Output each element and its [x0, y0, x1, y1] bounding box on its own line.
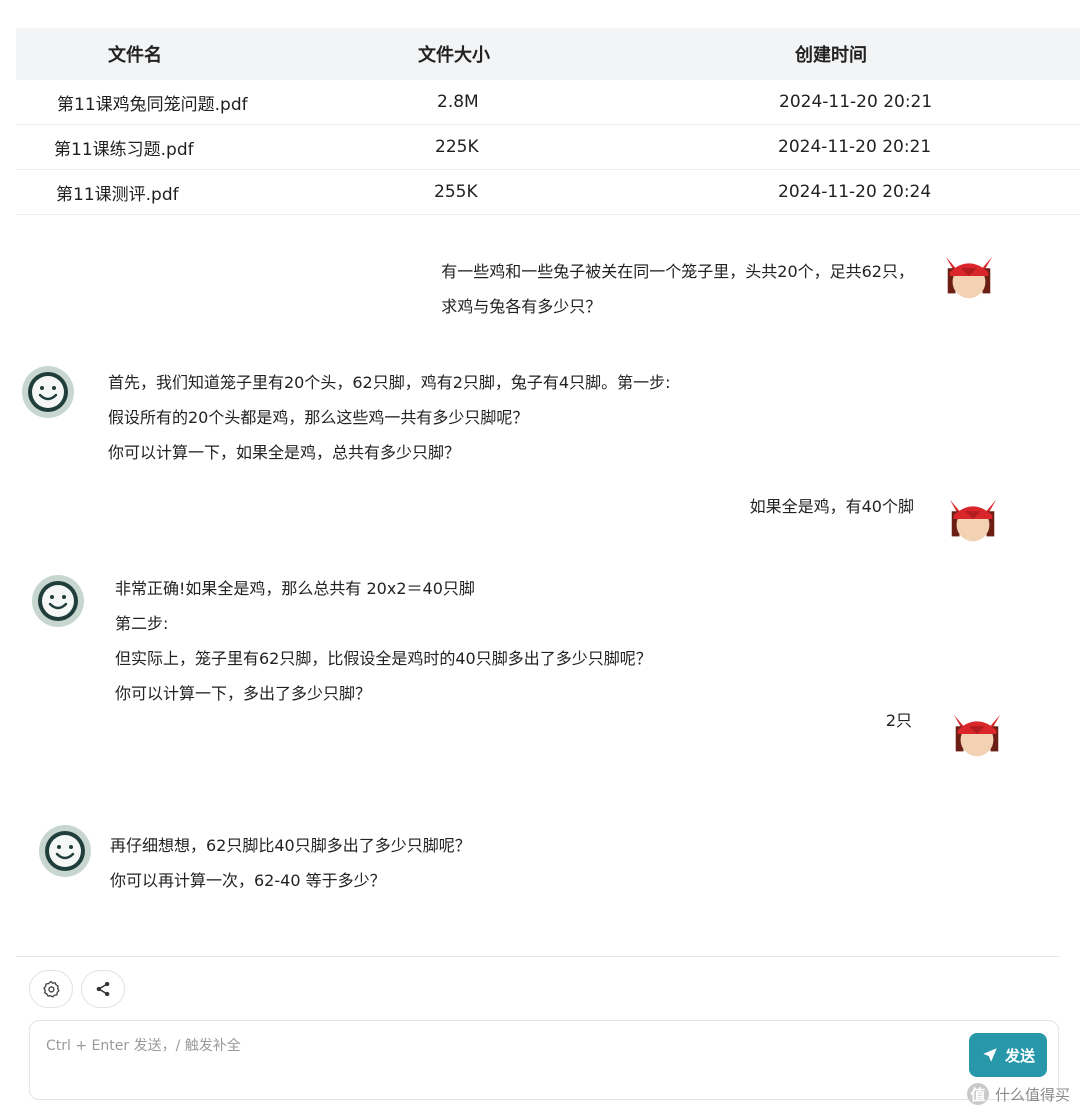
gear-icon [43, 980, 60, 998]
message-line: 非常正确!如果全是鸡，那么总共有 20x2＝40只脚 [115, 579, 475, 598]
column-header-size[interactable]: 文件大小 [418, 28, 490, 80]
divider [16, 956, 1060, 957]
file-created: 2024-11-20 20:21 [778, 137, 932, 157]
message-line: 2只 [885, 711, 912, 730]
user-avatar-icon [944, 490, 1002, 548]
share-icon [96, 981, 110, 997]
assistant-message: 再仔细想想，62只脚比40只脚多出了多少只脚呢？ 你可以再计算一次，62-40 … [110, 828, 471, 898]
assistant-avatar-icon [39, 825, 91, 877]
assistant-message: 非常正确!如果全是鸡，那么总共有 20x2＝40只脚 第二步: 但实际上，笼子里… [115, 571, 652, 711]
share-button[interactable] [81, 970, 125, 1008]
file-table: 文件名 文件大小 创建时间 第11课鸡兔同笼问题.pdf 2.8M 2024-1… [16, 28, 1080, 215]
assistant-avatar-icon [32, 575, 84, 627]
file-name[interactable]: 第11课练习题.pdf [54, 125, 194, 169]
input-placeholder: Ctrl + Enter 发送，/ 触发补全 [46, 1038, 241, 1054]
column-header-created[interactable]: 创建时间 [795, 28, 867, 80]
user-avatar-icon [948, 705, 1006, 763]
message-line: 假设所有的20个头都是鸡，那么这些鸡一共有多少只脚呢？ [108, 408, 529, 427]
table-row[interactable]: 第11课练习题.pdf 225K 2024-11-20 20:21 [16, 125, 1080, 170]
file-size: 225K [435, 137, 479, 157]
table-row[interactable]: 第11课测评.pdf 255K 2024-11-20 20:24 [16, 170, 1080, 215]
watermark-text: 什么值得买 [994, 1085, 1070, 1104]
message-input[interactable]: Ctrl + Enter 发送，/ 触发补全 发送 [29, 1020, 1059, 1100]
message-line: 你可以计算一下，如果全是鸡，总共有多少只脚？ [108, 443, 461, 462]
user-avatar-icon [940, 247, 998, 305]
message-line: 你可以计算一下，多出了多少只脚？ [115, 684, 372, 703]
settings-button[interactable] [29, 970, 73, 1008]
send-button-label: 发送 [1004, 1046, 1035, 1065]
user-message: 2只 [886, 703, 912, 738]
send-button[interactable]: 发送 [969, 1033, 1047, 1077]
user-message: 如果全是鸡，有40个脚 [750, 489, 914, 524]
message-line: 但实际上，笼子里有62只脚，比假设全是鸡时的40只脚多出了多少只脚呢？ [115, 649, 652, 668]
table-row[interactable]: 第11课鸡兔同笼问题.pdf 2.8M 2024-11-20 20:21 [16, 80, 1080, 125]
message-line: 第二步: [115, 614, 169, 633]
assistant-avatar-icon [22, 366, 74, 418]
file-created: 2024-11-20 20:21 [779, 92, 933, 112]
file-name[interactable]: 第11课鸡兔同笼问题.pdf [57, 80, 248, 124]
message-line: 求鸡与兔各有多少只？ [441, 297, 602, 316]
watermark-logo: 值 [966, 1083, 989, 1105]
file-created: 2024-11-20 20:24 [778, 182, 932, 202]
message-line: 你可以再计算一次，62-40 等于多少？ [110, 871, 386, 890]
send-icon [983, 1048, 997, 1062]
file-name[interactable]: 第11课测评.pdf [56, 170, 179, 214]
message-line: 首先，我们知道笼子里有20个头，62只脚，鸡有2只脚，兔子有4只脚。第一步: [108, 373, 671, 392]
message-line: 有一些鸡和一些兔子被关在同一个笼子里，头共20个，足共62只， [441, 262, 914, 281]
table-header: 文件名 文件大小 创建时间 [16, 28, 1080, 80]
message-line: 再仔细想想，62只脚比40只脚多出了多少只脚呢？ [110, 836, 471, 855]
assistant-message: 首先，我们知道笼子里有20个头，62只脚，鸡有2只脚，兔子有4只脚。第一步: 假… [108, 365, 670, 470]
file-size: 2.8M [437, 92, 479, 112]
watermark: 值 什么值得买 [966, 1083, 1070, 1105]
file-size: 255K [434, 182, 478, 202]
column-header-name[interactable]: 文件名 [108, 28, 162, 80]
user-message: 有一些鸡和一些兔子被关在同一个笼子里，头共20个，足共62只， 求鸡与兔各有多少… [441, 254, 914, 324]
message-line: 如果全是鸡，有40个脚 [749, 497, 914, 516]
